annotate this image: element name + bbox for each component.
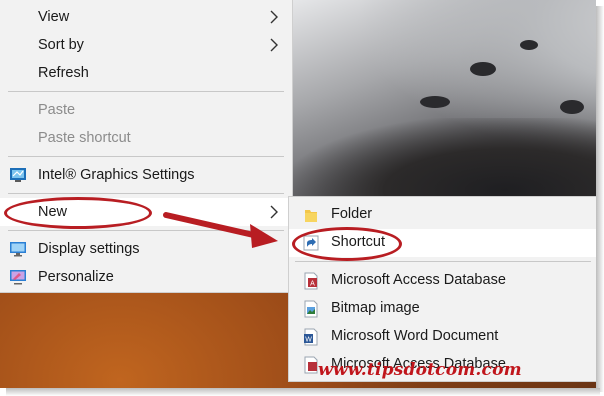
watermark-text: www.tipsdotcom.com xyxy=(318,360,522,380)
screenshot-frame: View Sort by Refresh Paste Paste shortcu… xyxy=(0,0,596,388)
frame-shadow xyxy=(596,6,604,392)
frame-shadow xyxy=(6,388,600,396)
annotation-arrow-icon xyxy=(163,212,278,248)
